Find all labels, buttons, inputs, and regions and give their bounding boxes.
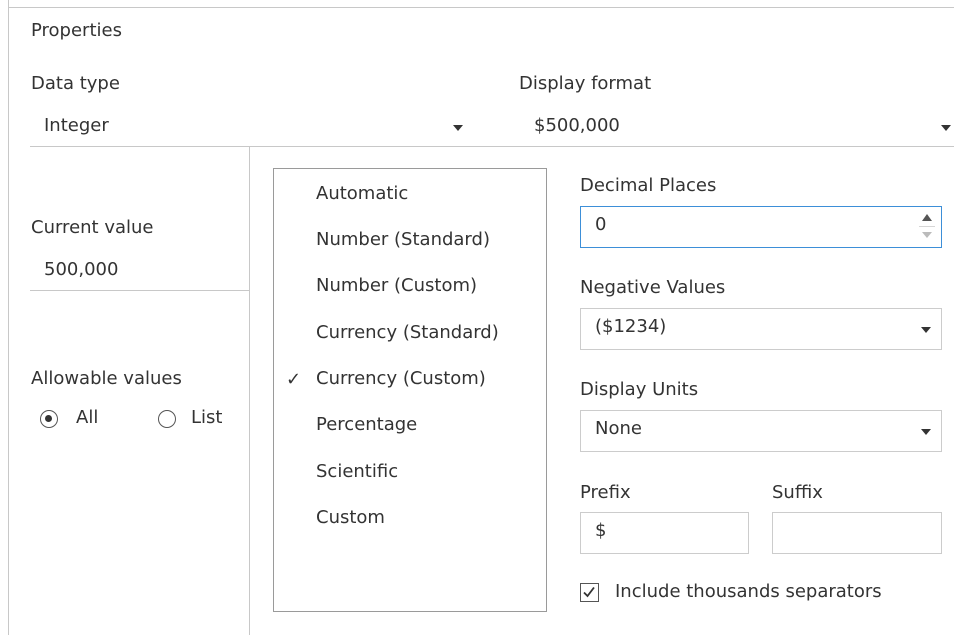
current-value-label: Current value xyxy=(31,217,154,238)
format-type-menu: Automatic Number (Standard) Number (Cust… xyxy=(273,168,547,612)
chevron-down-icon xyxy=(921,429,931,435)
display-units-label: Display Units xyxy=(580,379,699,400)
properties-title: Properties xyxy=(31,20,122,41)
dialog-top-border xyxy=(8,7,954,8)
spinner-divider xyxy=(919,226,935,227)
display-units-value: None xyxy=(595,418,642,439)
checkmark-icon: ✓ xyxy=(286,369,302,390)
data-type-dropdown[interactable]: Integer xyxy=(30,108,480,146)
negative-values-label: Negative Values xyxy=(580,277,726,298)
menu-item-currency-standard[interactable]: Currency (Standard) xyxy=(316,322,499,343)
thousands-separators-checkbox[interactable]: Include thousands separators xyxy=(580,580,930,606)
menu-item-percentage[interactable]: Percentage xyxy=(316,414,417,435)
format-popup-left-edge xyxy=(249,146,250,635)
chevron-down-icon xyxy=(921,327,931,333)
dialog-left-border xyxy=(8,0,9,635)
chevron-down-icon xyxy=(941,125,951,131)
negative-values-dropdown[interactable]: ($1234) xyxy=(580,308,942,350)
decimal-places-stepper[interactable]: 0 xyxy=(580,206,942,248)
suffix-label: Suffix xyxy=(772,482,823,503)
thousands-separators-label: Include thousands separators xyxy=(615,581,882,602)
decimal-places-label: Decimal Places xyxy=(580,175,717,196)
current-value-underline xyxy=(30,290,249,291)
menu-item-number-standard[interactable]: Number (Standard) xyxy=(316,229,490,250)
prefix-input[interactable]: $ xyxy=(580,512,749,554)
checkbox-checked-icon xyxy=(580,583,599,602)
menu-item-custom[interactable]: Custom xyxy=(316,507,385,528)
display-format-label: Display format xyxy=(519,73,652,94)
allowable-all-label: All xyxy=(76,407,99,428)
display-units-dropdown[interactable]: None xyxy=(580,410,942,452)
allowable-all-radio[interactable]: All xyxy=(40,406,120,432)
radio-selected-icon xyxy=(40,410,58,428)
spinner-buttons[interactable] xyxy=(919,211,935,243)
menu-item-number-custom[interactable]: Number (Custom) xyxy=(316,275,477,296)
decimal-places-value: 0 xyxy=(595,214,607,235)
allowable-values-label: Allowable values xyxy=(31,368,182,389)
menu-item-scientific[interactable]: Scientific xyxy=(316,461,398,482)
decrement-arrow-icon[interactable] xyxy=(922,232,932,238)
prefix-value: $ xyxy=(595,520,607,541)
display-format-dropdown[interactable]: $500,000 xyxy=(520,108,954,146)
increment-arrow-icon[interactable] xyxy=(922,214,932,221)
negative-values-value: ($1234) xyxy=(595,316,667,337)
menu-item-currency-custom[interactable]: Currency (Custom) xyxy=(316,368,486,389)
menu-item-automatic[interactable]: Automatic xyxy=(316,183,408,204)
data-type-value: Integer xyxy=(44,115,109,136)
current-value-text: 500,000 xyxy=(44,259,119,280)
suffix-input[interactable] xyxy=(772,512,942,554)
display-format-value: $500,000 xyxy=(534,115,620,136)
allowable-list-radio[interactable]: List xyxy=(158,406,238,432)
prefix-label: Prefix xyxy=(580,482,631,503)
current-value-field[interactable]: 500,000 xyxy=(30,253,249,291)
data-type-label: Data type xyxy=(31,73,120,94)
data-type-underline xyxy=(30,146,954,147)
radio-unselected-icon xyxy=(158,410,176,428)
allowable-list-label: List xyxy=(191,407,223,428)
chevron-down-icon xyxy=(453,125,463,131)
